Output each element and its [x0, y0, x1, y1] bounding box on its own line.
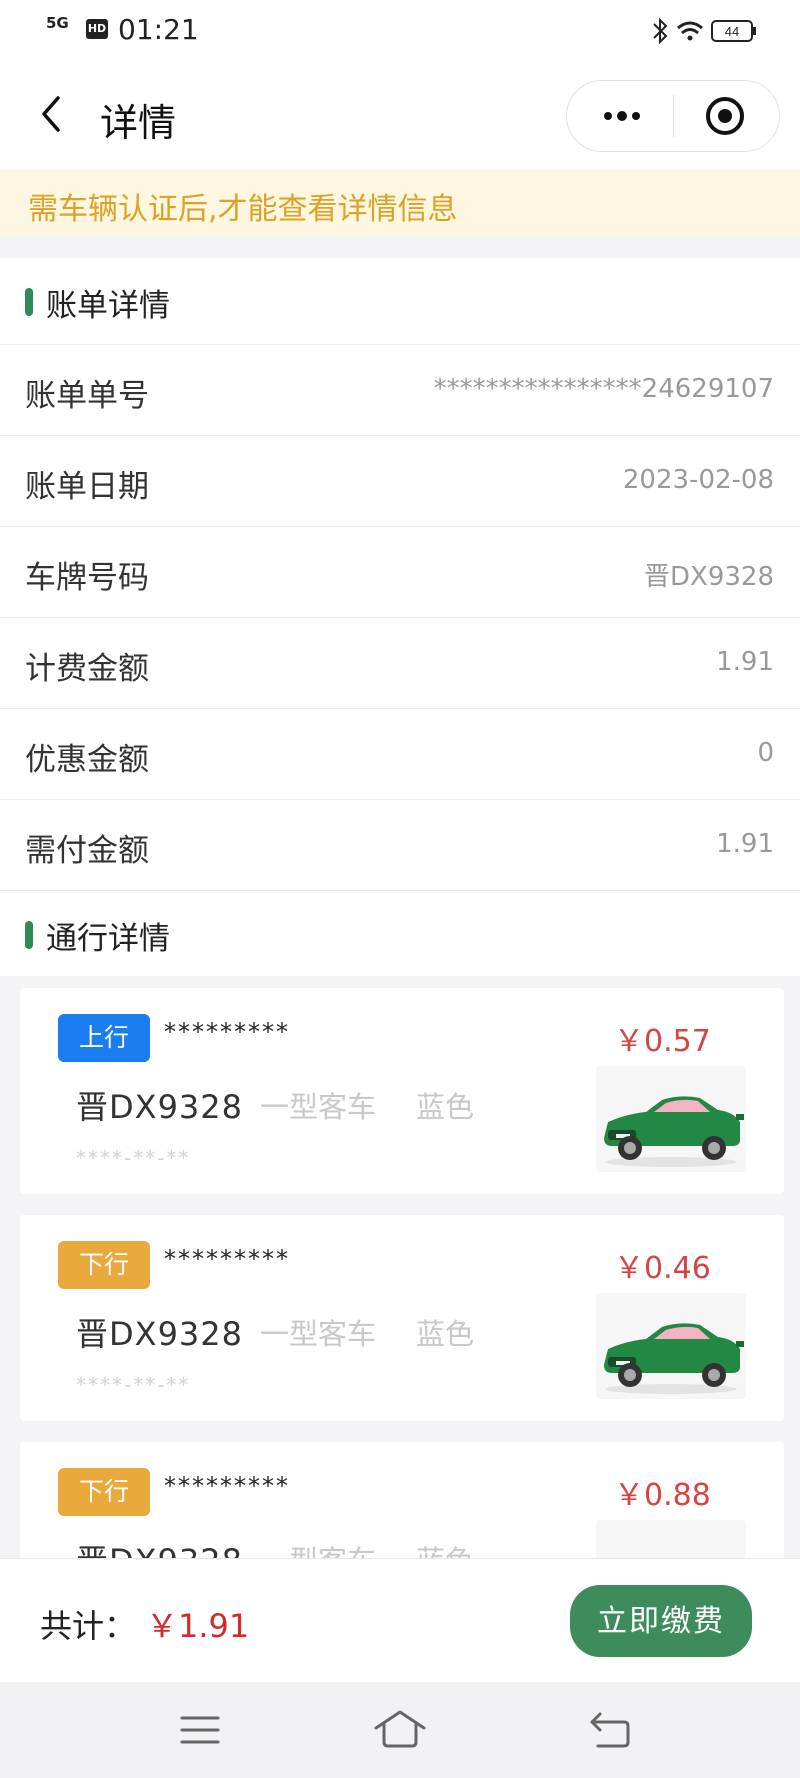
plate-color: 蓝色 — [416, 1538, 474, 1558]
bill-row-payable: 需付金额 1.91 — [0, 799, 800, 890]
status-bar: 5G HD 01:21 44 — [0, 0, 800, 60]
back-button[interactable] — [28, 90, 76, 138]
row-label: 车牌号码 — [25, 560, 149, 596]
trip-section-header: 通行详情 — [0, 890, 800, 977]
menu-button[interactable] — [176, 1710, 224, 1750]
menu-icon — [180, 1716, 220, 1744]
target-icon — [706, 97, 744, 135]
direction-badge: 下行 — [58, 1468, 150, 1516]
back-system-button[interactable] — [586, 1708, 634, 1750]
status-right-icons: 44 — [650, 16, 760, 50]
section-marker — [25, 921, 33, 949]
total-amount: ￥1.91 — [146, 1607, 250, 1645]
vehicle-type: 一型客车 — [260, 1090, 377, 1124]
row-label: 需付金额 — [25, 833, 149, 869]
row-label: 账单日期 — [25, 469, 149, 505]
row-value: ****************24629107 — [433, 374, 774, 404]
network-indicator: 5G — [46, 14, 69, 32]
car-image — [596, 1520, 746, 1558]
section-marker — [25, 288, 33, 316]
total-label: 共计： — [40, 1607, 137, 1645]
car-icon — [604, 1096, 744, 1167]
svg-text:44: 44 — [725, 24, 739, 39]
battery-icon: 44 — [711, 20, 756, 42]
trip-code: ********* — [164, 1018, 290, 1046]
notice-text: 需车辆认证后,才能查看详情信息 — [28, 192, 458, 227]
trip-card[interactable]: 下行 ********* ￥0.46 晋DX9328 一型客车 蓝色 ****-… — [20, 1215, 784, 1421]
more-button[interactable] — [595, 97, 649, 135]
row-value: 晋DX9328 — [643, 562, 774, 592]
trip-card[interactable]: 上行 ********* ￥0.57 晋DX9328 一型客车 蓝色 ****-… — [20, 988, 784, 1194]
bluetooth-icon — [653, 17, 668, 45]
bill-row-discount: 优惠金额 0 — [0, 708, 800, 799]
car-image — [596, 1293, 746, 1399]
verification-notice: 需车辆认证后,才能查看详情信息 — [0, 170, 800, 236]
bill-section-header: 账单详情 — [0, 258, 800, 344]
trip-plate: 晋DX9328 — [76, 1315, 244, 1353]
direction-badge: 下行 — [58, 1241, 150, 1289]
home-icon — [374, 1710, 426, 1748]
row-label: 账单单号 — [25, 378, 149, 414]
vehicle-type: 一型客车 — [260, 1538, 376, 1558]
wifi-icon — [677, 21, 703, 41]
bill-row-date: 账单日期 2023-02-08 — [0, 435, 800, 526]
trip-price: ￥0.46 — [614, 1251, 711, 1286]
more-dots-icon — [604, 111, 640, 121]
trip-time: ****-**-** — [76, 1373, 191, 1397]
page-title: 详情 — [100, 101, 177, 145]
miniprogram-capsule — [566, 80, 780, 152]
trip-time: ****-**-** — [76, 1146, 191, 1170]
row-value: 0 — [757, 738, 774, 768]
payment-bar: 共计： ￥1.91 立即缴费 — [0, 1558, 800, 1683]
row-label: 计费金额 — [25, 651, 149, 687]
bill-row-charge: 计费金额 1.91 — [0, 617, 800, 708]
trip-plate: 晋DX9328 — [76, 1088, 244, 1126]
vehicle-type: 一型客车 — [260, 1317, 377, 1351]
nav-bar: 详情 — [0, 60, 800, 170]
car-icon — [604, 1323, 744, 1394]
close-miniprogram-button[interactable] — [703, 94, 747, 138]
car-image — [596, 1066, 746, 1172]
plate-color: 蓝色 — [416, 1090, 475, 1124]
hd-badge: HD — [86, 19, 108, 39]
row-value: 1.91 — [716, 829, 774, 859]
pay-now-button[interactable]: 立即缴费 — [570, 1585, 752, 1657]
trip-section-title: 通行详情 — [46, 921, 170, 957]
system-nav-bar — [0, 1682, 800, 1778]
row-value: 1.91 — [716, 647, 774, 677]
capsule-divider — [673, 95, 674, 137]
trip-price: ￥0.88 — [614, 1478, 711, 1513]
bill-row-plate: 车牌号码 晋DX9328 — [0, 526, 800, 617]
trip-code: ********* — [164, 1472, 290, 1500]
bill-details-card: 账单详情 账单单号 ****************24629107 账单日期 … — [0, 258, 800, 976]
trip-card[interactable]: 下行 ********* ￥0.88 晋DX9328 一型客车 蓝色 — [20, 1442, 784, 1558]
status-time: 01:21 — [118, 13, 199, 46]
bill-row-number: 账单单号 ****************24629107 — [0, 344, 800, 435]
trip-plate: 晋DX9328 — [76, 1536, 243, 1558]
trip-price: ￥0.57 — [614, 1024, 711, 1059]
return-icon — [590, 1712, 630, 1748]
row-value: 2023-02-08 — [622, 465, 774, 495]
plate-color: 蓝色 — [416, 1317, 475, 1351]
row-label: 优惠金额 — [25, 742, 149, 778]
home-button[interactable] — [372, 1706, 428, 1750]
bill-section-title: 账单详情 — [46, 288, 170, 324]
trip-code: ********* — [164, 1245, 290, 1273]
direction-badge: 上行 — [58, 1014, 150, 1062]
chevron-left-icon — [42, 96, 60, 132]
